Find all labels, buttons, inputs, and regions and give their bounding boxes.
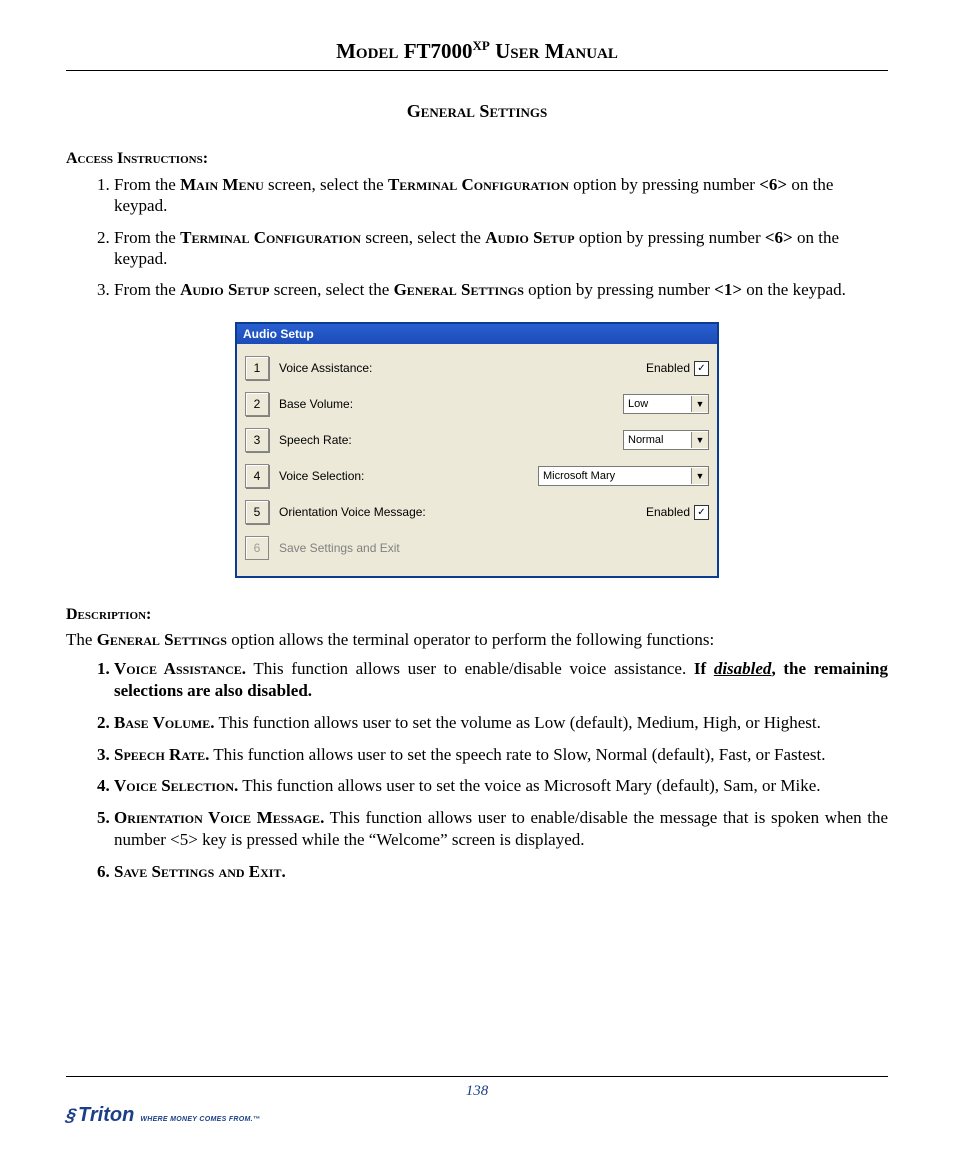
option-row-speech-rate: 3 Speech Rate: Normal ▼ [245,422,709,458]
option-label: Orientation Voice Message: [279,505,636,519]
function-item: Voice Assistance. This function allows u… [114,658,888,702]
page-footer: 138 §TritonWHERE MONEY COMES FROM.™ [66,1076,888,1127]
function-item: Speech Rate. This function allows user t… [114,744,888,766]
key-button-2[interactable]: 2 [245,392,269,416]
speech-rate-dropdown[interactable]: Normal ▼ [623,430,709,450]
access-step: From the Terminal Configuration screen, … [114,227,888,270]
function-item: Orientation Voice Message. This function… [114,807,888,851]
key-button-6: 6 [245,536,269,560]
key-button-1[interactable]: 1 [245,356,269,380]
option-label: Base Volume: [279,397,613,411]
key-button-4[interactable]: 4 [245,464,269,488]
option-label: Save Settings and Exit [279,541,709,555]
checkbox-label: Enabled [646,505,690,519]
logo-mark-icon: § [64,1105,78,1126]
chevron-down-icon: ▼ [691,396,708,412]
header-model-name: FT7000 [404,39,473,63]
option-label: Voice Assistance: [279,361,636,375]
orientation-voice-checkbox[interactable]: ✓ [694,505,709,520]
page-header: Model FT7000XP User Manual [66,38,888,71]
option-row-voice-selection: 4 Voice Selection: Microsoft Mary ▼ [245,458,709,494]
access-step: From the Audio Setup screen, select the … [114,279,888,300]
window-body: 1 Voice Assistance: Enabled ✓ 2 Base Vol… [237,344,717,576]
function-item: Voice Selection. This function allows us… [114,775,888,797]
chevron-down-icon: ▼ [691,432,708,448]
embedded-screenshot: Audio Setup 1 Voice Assistance: Enabled … [66,322,888,578]
access-step: From the Main Menu screen, select the Te… [114,174,888,217]
key-button-5[interactable]: 5 [245,500,269,524]
function-item: Save Settings and Exit. [114,861,888,883]
logo-tagline: WHERE MONEY COMES FROM.™ [140,1116,260,1123]
audio-setup-window: Audio Setup 1 Voice Assistance: Enabled … [235,322,719,578]
triton-logo: §TritonWHERE MONEY COMES FROM.™ [66,1104,888,1127]
base-volume-dropdown[interactable]: Low ▼ [623,394,709,414]
voice-assistance-checkbox[interactable]: ✓ [694,361,709,376]
option-label: Speech Rate: [279,433,613,447]
option-row-base-volume: 2 Base Volume: Low ▼ [245,386,709,422]
chevron-down-icon: ▼ [691,468,708,484]
access-steps-list: From the Main Menu screen, select the Te… [66,174,888,300]
manual-page: Model FT7000XP User Manual General Setti… [0,0,954,1159]
option-row-voice-assistance: 1 Voice Assistance: Enabled ✓ [245,350,709,386]
description-intro: The General Settings option allows the t… [66,630,888,650]
section-title: General Settings [66,101,888,122]
header-model-sup: XP [473,38,490,53]
header-title-suffix: User Manual [495,39,618,63]
access-heading: Access Instructions: [66,150,888,168]
option-label: Voice Selection: [279,469,528,483]
page-number: 138 [66,1083,888,1100]
header-model-prefix: Model [336,39,398,63]
description-heading: Description: [66,606,888,624]
function-item: Base Volume. This function allows user t… [114,712,888,734]
option-row-orientation-voice: 5 Orientation Voice Message: Enabled ✓ [245,494,709,530]
key-button-3[interactable]: 3 [245,428,269,452]
window-titlebar: Audio Setup [237,324,717,344]
voice-selection-dropdown[interactable]: Microsoft Mary ▼ [538,466,709,486]
option-row-save-exit: 6 Save Settings and Exit [245,530,709,566]
functions-list: Voice Assistance. This function allows u… [66,658,888,882]
checkbox-label: Enabled [646,361,690,375]
